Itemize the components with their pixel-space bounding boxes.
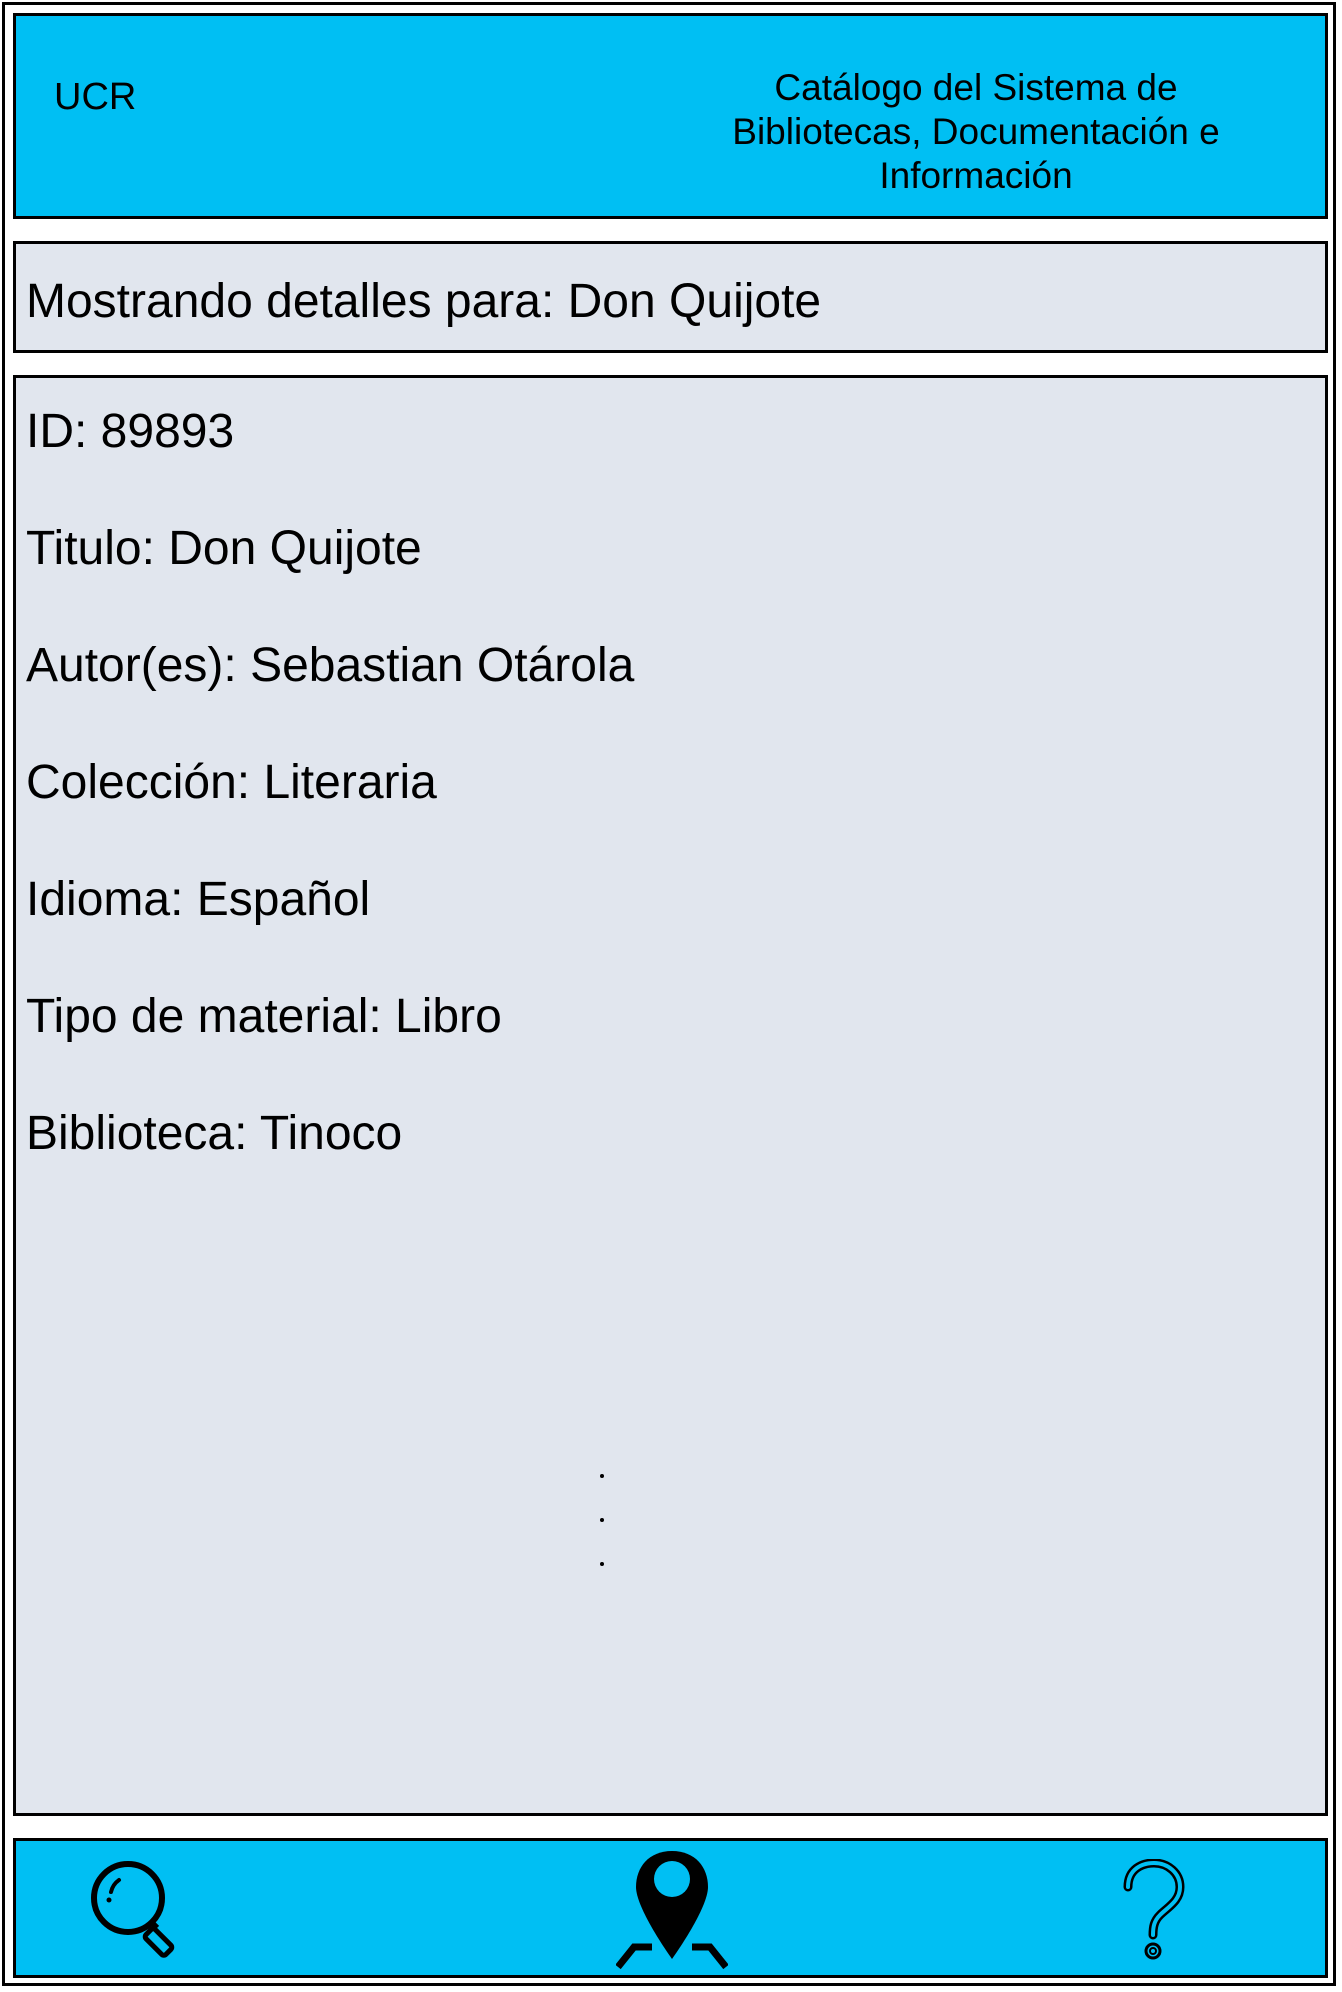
ellipsis-dot (600, 1518, 604, 1522)
details-summary: Mostrando detalles para: Don Quijote (13, 241, 1328, 353)
location-button[interactable] (616, 1849, 728, 1971)
brand-label: UCR (54, 76, 137, 118)
field-id: ID: 89893 (26, 405, 235, 458)
help-icon (1123, 1859, 1185, 1960)
field-title: Titulo: Don Quijote (26, 522, 422, 575)
ellipsis-dot (600, 1474, 604, 1478)
help-button[interactable] (1118, 1859, 1188, 1963)
app-title: Catálogo del Sistema de Bibliotecas, Doc… (732, 67, 1220, 196)
summary-text: Mostrando detalles para: Don Quijote (26, 275, 822, 328)
ellipsis-dot (600, 1562, 604, 1566)
map-pin-icon (616, 1851, 728, 1970)
field-collection: Colección: Literaria (26, 756, 437, 809)
bottom-nav (13, 1838, 1328, 1978)
field-authors: Autor(es): Sebastian Otárola (26, 639, 635, 692)
field-material-type: Tipo de material: Libro (26, 990, 502, 1043)
search-icon (91, 1861, 175, 1958)
app-header: UCR Catálogo del Sistema de Bibliotecas,… (13, 13, 1328, 219)
details-panel[interactable]: ID: 89893 Titulo: Don Quijote Autor(es):… (13, 375, 1328, 1816)
search-button[interactable] (89, 1858, 189, 1958)
field-library: Biblioteca: Tinoco (26, 1107, 403, 1160)
field-language: Idioma: Español (26, 873, 371, 926)
